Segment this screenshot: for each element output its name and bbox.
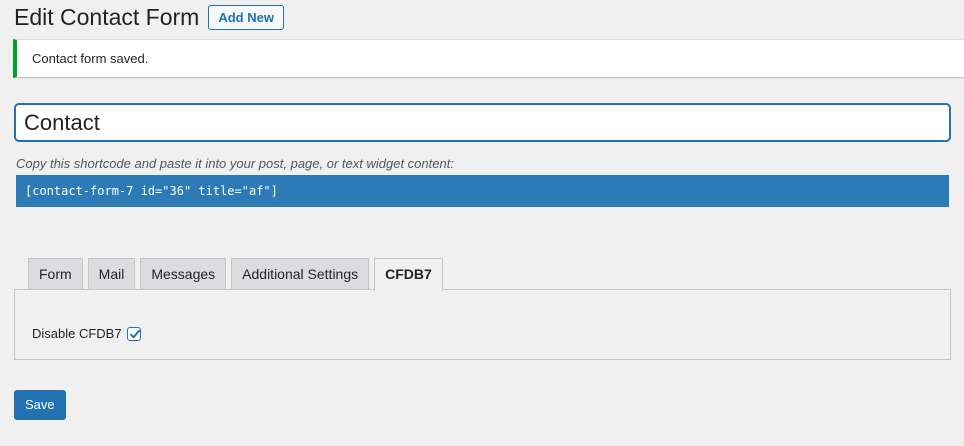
notice-text: Contact form saved. xyxy=(32,51,149,66)
disable-cfdb7-row: Disable CFDB7 xyxy=(32,326,141,341)
shortcode-field[interactable]: [contact-form-7 id="36" title="af"] xyxy=(16,175,949,207)
page-header: Edit Contact Form Add New xyxy=(14,3,284,31)
add-new-button[interactable]: Add New xyxy=(208,4,284,30)
disable-cfdb7-checkbox[interactable] xyxy=(126,326,141,341)
save-button[interactable]: Save xyxy=(14,390,66,420)
success-notice: Contact form saved. xyxy=(13,39,964,78)
page-title: Edit Contact Form xyxy=(14,4,200,30)
editor-tabs: Form Mail Messages Additional Settings C… xyxy=(28,258,448,291)
tab-cfdb7[interactable]: CFDB7 xyxy=(374,258,443,291)
tab-mail[interactable]: Mail xyxy=(87,258,136,289)
tab-messages[interactable]: Messages xyxy=(140,258,227,289)
tab-form[interactable]: Form xyxy=(28,258,83,289)
checkmark-icon xyxy=(129,329,140,339)
form-title-input[interactable] xyxy=(14,103,951,142)
cfdb7-panel: Disable CFDB7 xyxy=(14,289,951,360)
disable-cfdb7-label: Disable CFDB7 xyxy=(32,326,122,341)
tab-additional-settings[interactable]: Additional Settings xyxy=(231,258,370,289)
shortcode-label: Copy this shortcode and paste it into yo… xyxy=(16,156,454,171)
